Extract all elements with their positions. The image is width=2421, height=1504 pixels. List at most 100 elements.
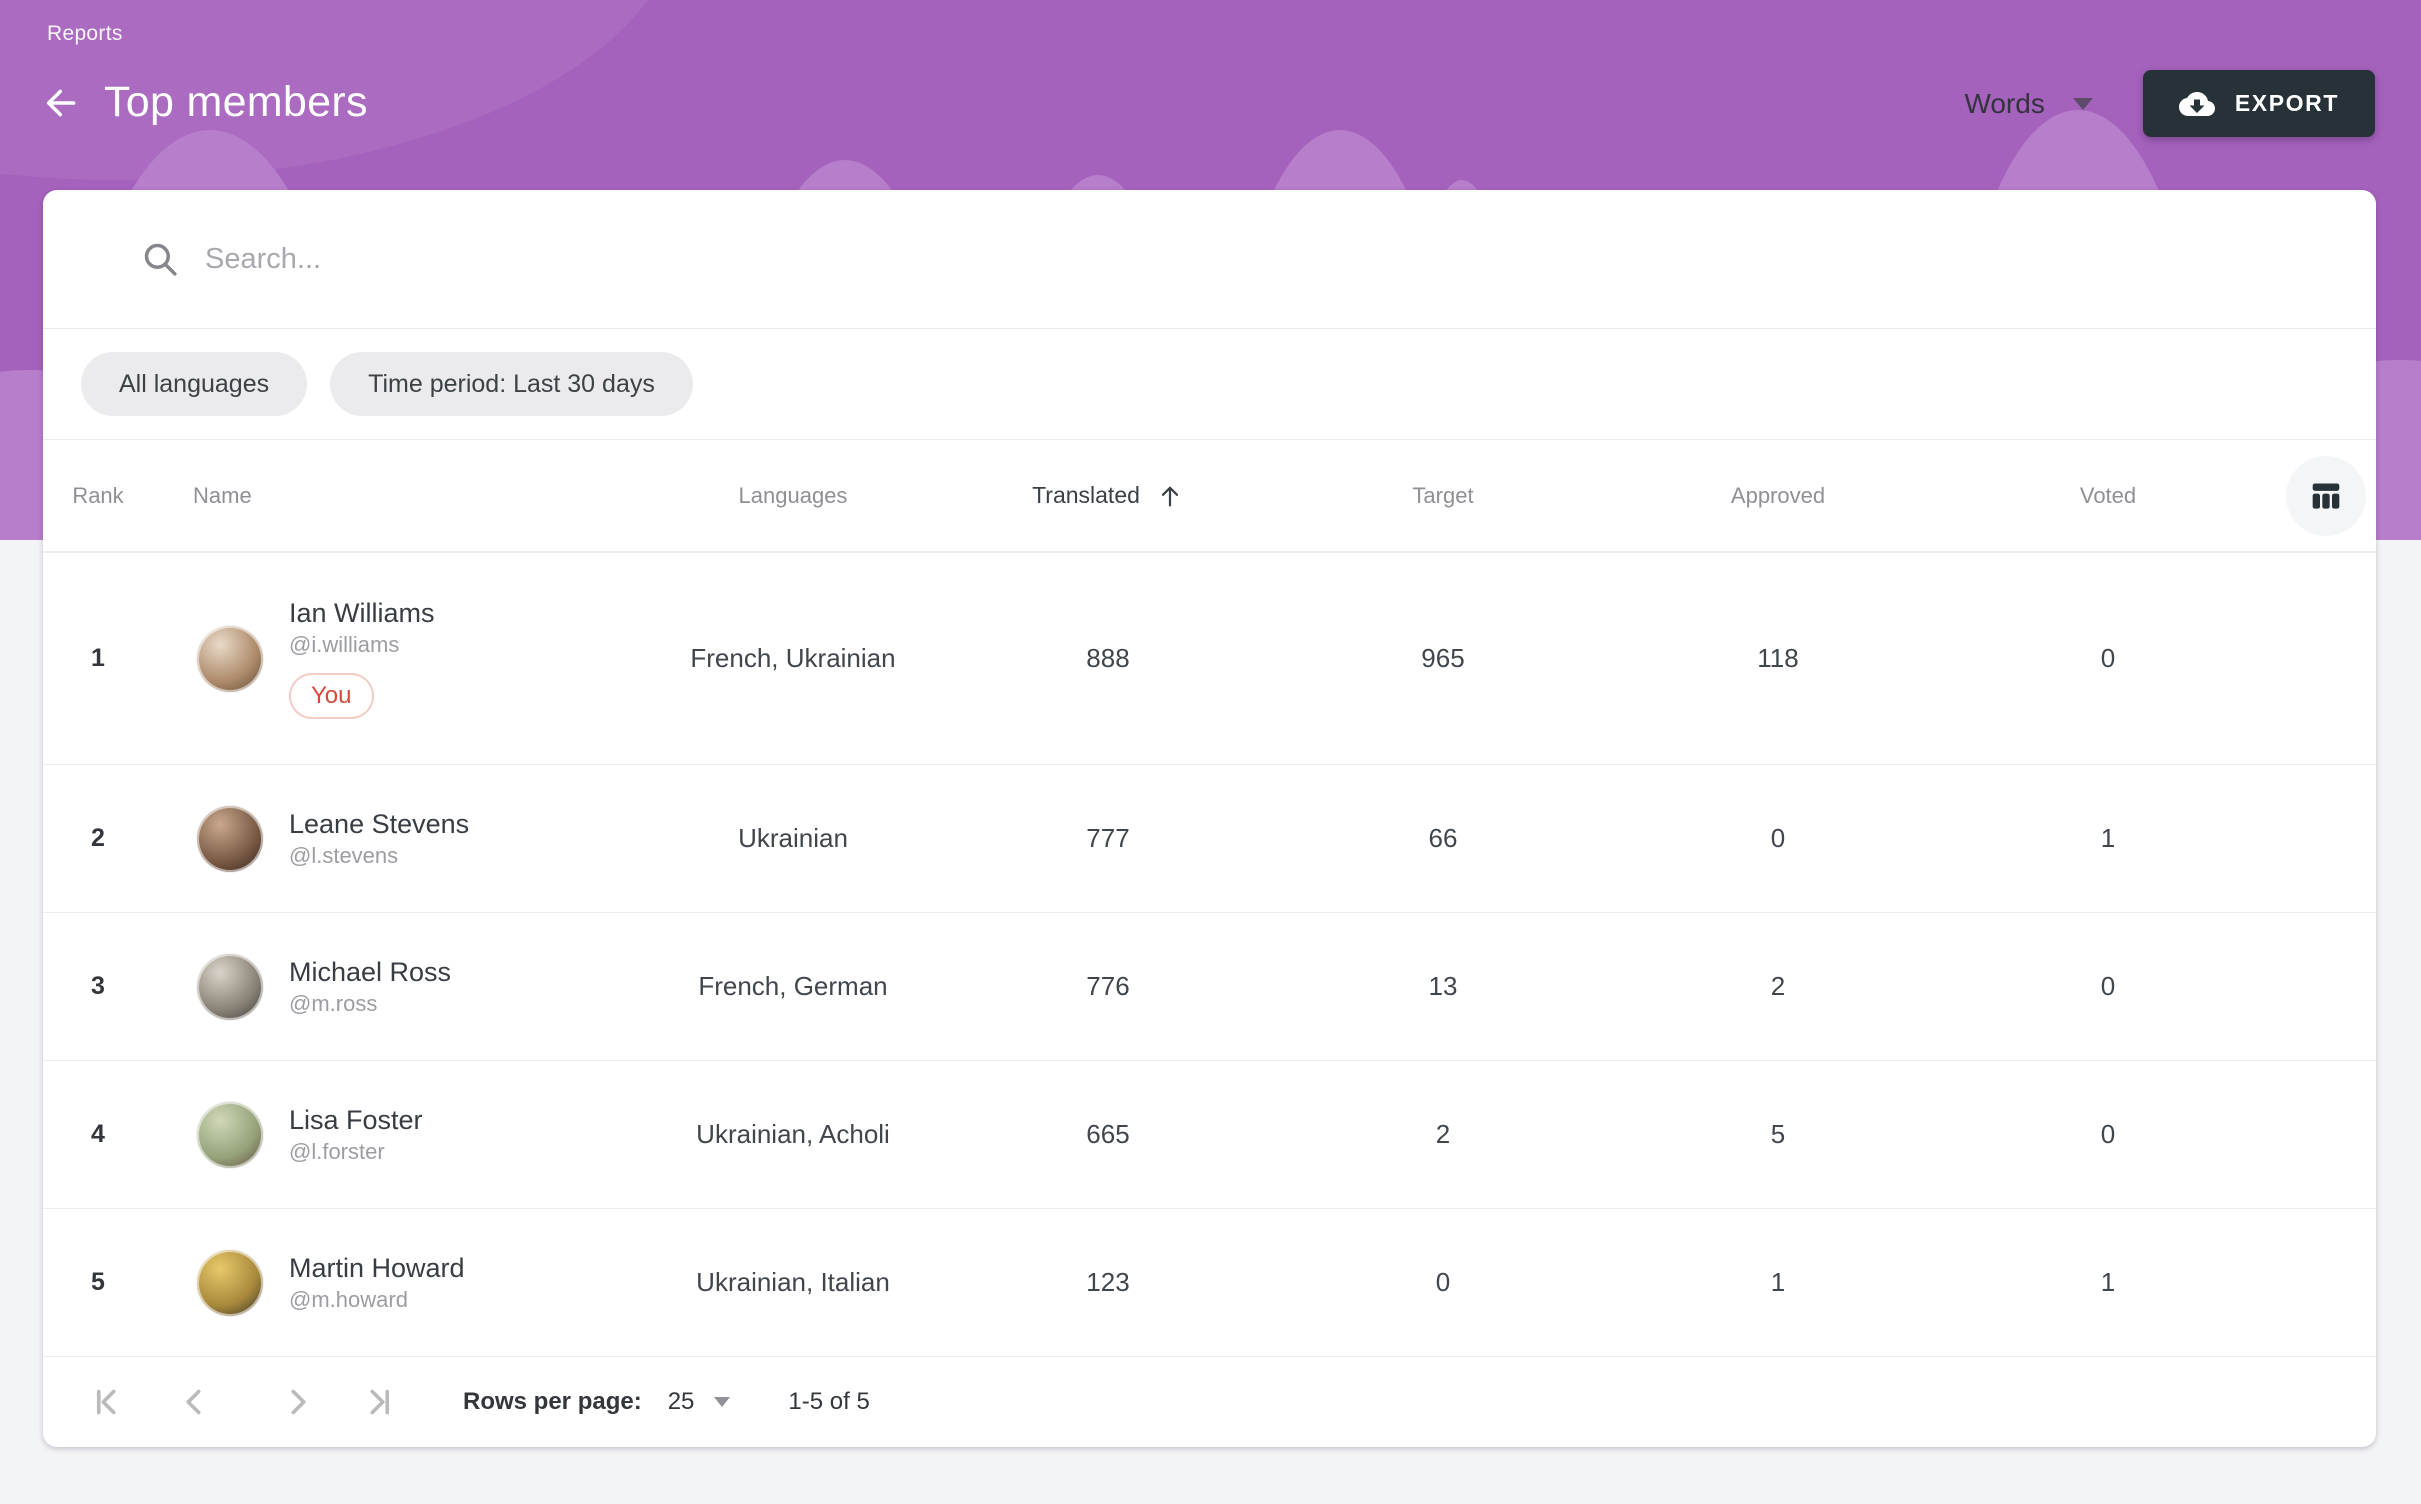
translated-cell: 123 [943, 1267, 1273, 1298]
languages-cell: Ukrainian [643, 823, 943, 854]
export-label: EXPORT [2235, 90, 2339, 117]
member-username: @l.stevens [289, 843, 469, 869]
avatar [197, 626, 263, 692]
column-header-name: Name [153, 483, 643, 509]
avatar [197, 1250, 263, 1316]
column-header-translated-label: Translated [1032, 482, 1140, 509]
first-page-button[interactable] [87, 1382, 127, 1422]
breadcrumb[interactable]: Reports [47, 22, 123, 46]
unit-selector-value: Words [1964, 88, 2044, 120]
rows-per-page-select[interactable]: 25 [668, 1388, 731, 1416]
chevron-left-icon [177, 1384, 213, 1420]
table-header: Rank Name Languages Translated Target Ap… [43, 440, 2376, 553]
avatar [197, 806, 263, 872]
target-cell: 965 [1273, 643, 1613, 674]
translated-cell: 777 [943, 823, 1273, 854]
target-cell: 13 [1273, 971, 1613, 1002]
rank-cell: 2 [43, 824, 153, 853]
approved-cell: 1 [1613, 1267, 1943, 1298]
column-header-voted[interactable]: Voted [1943, 483, 2273, 509]
chevron-down-icon [2073, 98, 2093, 110]
report-card: All languages Time period: Last 30 days … [43, 190, 2376, 1447]
column-header-target[interactable]: Target [1273, 483, 1613, 509]
rows-per-page-value: 25 [668, 1388, 695, 1416]
member-name: Michael Ross [289, 957, 451, 988]
rank-cell: 3 [43, 972, 153, 1001]
search-bar [43, 190, 2376, 329]
last-page-icon [361, 1384, 397, 1420]
previous-page-button[interactable] [175, 1382, 215, 1422]
voted-cell: 0 [1943, 971, 2273, 1002]
languages-cell: French, Ukrainian [643, 643, 943, 674]
table-row[interactable]: 4 Lisa Foster @l.forster Ukrainian, Acho… [43, 1061, 2376, 1209]
page-title: Top members [104, 78, 368, 127]
member-username: @l.forster [289, 1139, 423, 1165]
first-page-icon [89, 1384, 125, 1420]
languages-cell: Ukrainian, Italian [643, 1267, 943, 1298]
title-row: Top members [40, 78, 368, 127]
pagination-range: 1-5 of 5 [788, 1388, 869, 1416]
column-header-languages[interactable]: Languages [643, 483, 943, 509]
pagination-bar: Rows per page: 25 1-5 of 5 [43, 1357, 2376, 1447]
member-name: Leane Stevens [289, 809, 469, 840]
member-cell: Michael Ross @m.ross [153, 954, 643, 1020]
rows-per-page-label: Rows per page: [463, 1388, 642, 1416]
approved-cell: 0 [1613, 823, 1943, 854]
member-cell: Leane Stevens @l.stevens [153, 806, 643, 872]
member-name: Ian Williams [289, 598, 435, 629]
target-cell: 66 [1273, 823, 1613, 854]
filter-time-period-chip[interactable]: Time period: Last 30 days [330, 352, 693, 416]
translated-cell: 776 [943, 971, 1273, 1002]
member-cell: Lisa Foster @l.forster [153, 1102, 643, 1168]
rank-cell: 4 [43, 1120, 153, 1149]
column-settings-button[interactable] [2286, 456, 2366, 536]
search-input[interactable] [205, 243, 2326, 276]
approved-cell: 2 [1613, 971, 1943, 1002]
search-icon [139, 238, 181, 280]
unit-selector[interactable]: Words [1964, 88, 2092, 120]
member-username: @i.williams [289, 632, 435, 658]
target-cell: 2 [1273, 1119, 1613, 1150]
you-badge: You [289, 673, 374, 719]
voted-cell: 0 [1943, 643, 2273, 674]
voted-cell: 1 [1943, 823, 2273, 854]
approved-cell: 118 [1613, 643, 1943, 674]
filter-language-chip[interactable]: All languages [81, 352, 307, 416]
table-row[interactable]: 2 Leane Stevens @l.stevens Ukrainian 777… [43, 765, 2376, 913]
sort-ascending-icon [1156, 482, 1184, 510]
voted-cell: 0 [1943, 1119, 2273, 1150]
member-cell: Ian Williams @i.williams You [153, 598, 643, 719]
next-page-button[interactable] [277, 1382, 317, 1422]
translated-cell: 888 [943, 643, 1273, 674]
table-row[interactable]: 5 Martin Howard @m.howard Ukrainian, Ita… [43, 1209, 2376, 1357]
table-row[interactable]: 3 Michael Ross @m.ross French, German 77… [43, 913, 2376, 1061]
languages-cell: Ukrainian, Acholi [643, 1119, 943, 1150]
avatar [197, 1102, 263, 1168]
chevron-right-icon [279, 1384, 315, 1420]
languages-cell: French, German [643, 971, 943, 1002]
filters-row: All languages Time period: Last 30 days [43, 329, 2376, 440]
target-cell: 0 [1273, 1267, 1613, 1298]
member-name: Lisa Foster [289, 1105, 423, 1136]
member-username: @m.ross [289, 991, 451, 1017]
column-header-translated[interactable]: Translated [943, 482, 1273, 510]
member-username: @m.howard [289, 1287, 465, 1313]
avatar [197, 954, 263, 1020]
export-button[interactable]: EXPORT [2143, 70, 2375, 137]
header-actions: Words EXPORT [1964, 70, 2375, 137]
last-page-button[interactable] [359, 1382, 399, 1422]
column-header-rank: Rank [43, 483, 153, 509]
chevron-down-icon [714, 1397, 730, 1407]
table-columns-icon [2306, 476, 2346, 516]
member-name: Martin Howard [289, 1253, 465, 1284]
translated-cell: 665 [943, 1119, 1273, 1150]
rank-cell: 5 [43, 1268, 153, 1297]
column-header-approved[interactable]: Approved [1613, 483, 1943, 509]
table-row[interactable]: 1 Ian Williams @i.williams You French, U… [43, 553, 2376, 765]
rank-cell: 1 [43, 644, 153, 673]
member-cell: Martin Howard @m.howard [153, 1250, 643, 1316]
approved-cell: 5 [1613, 1119, 1943, 1150]
back-arrow-icon[interactable] [40, 81, 84, 125]
cloud-download-icon [2179, 86, 2215, 122]
voted-cell: 1 [1943, 1267, 2273, 1298]
